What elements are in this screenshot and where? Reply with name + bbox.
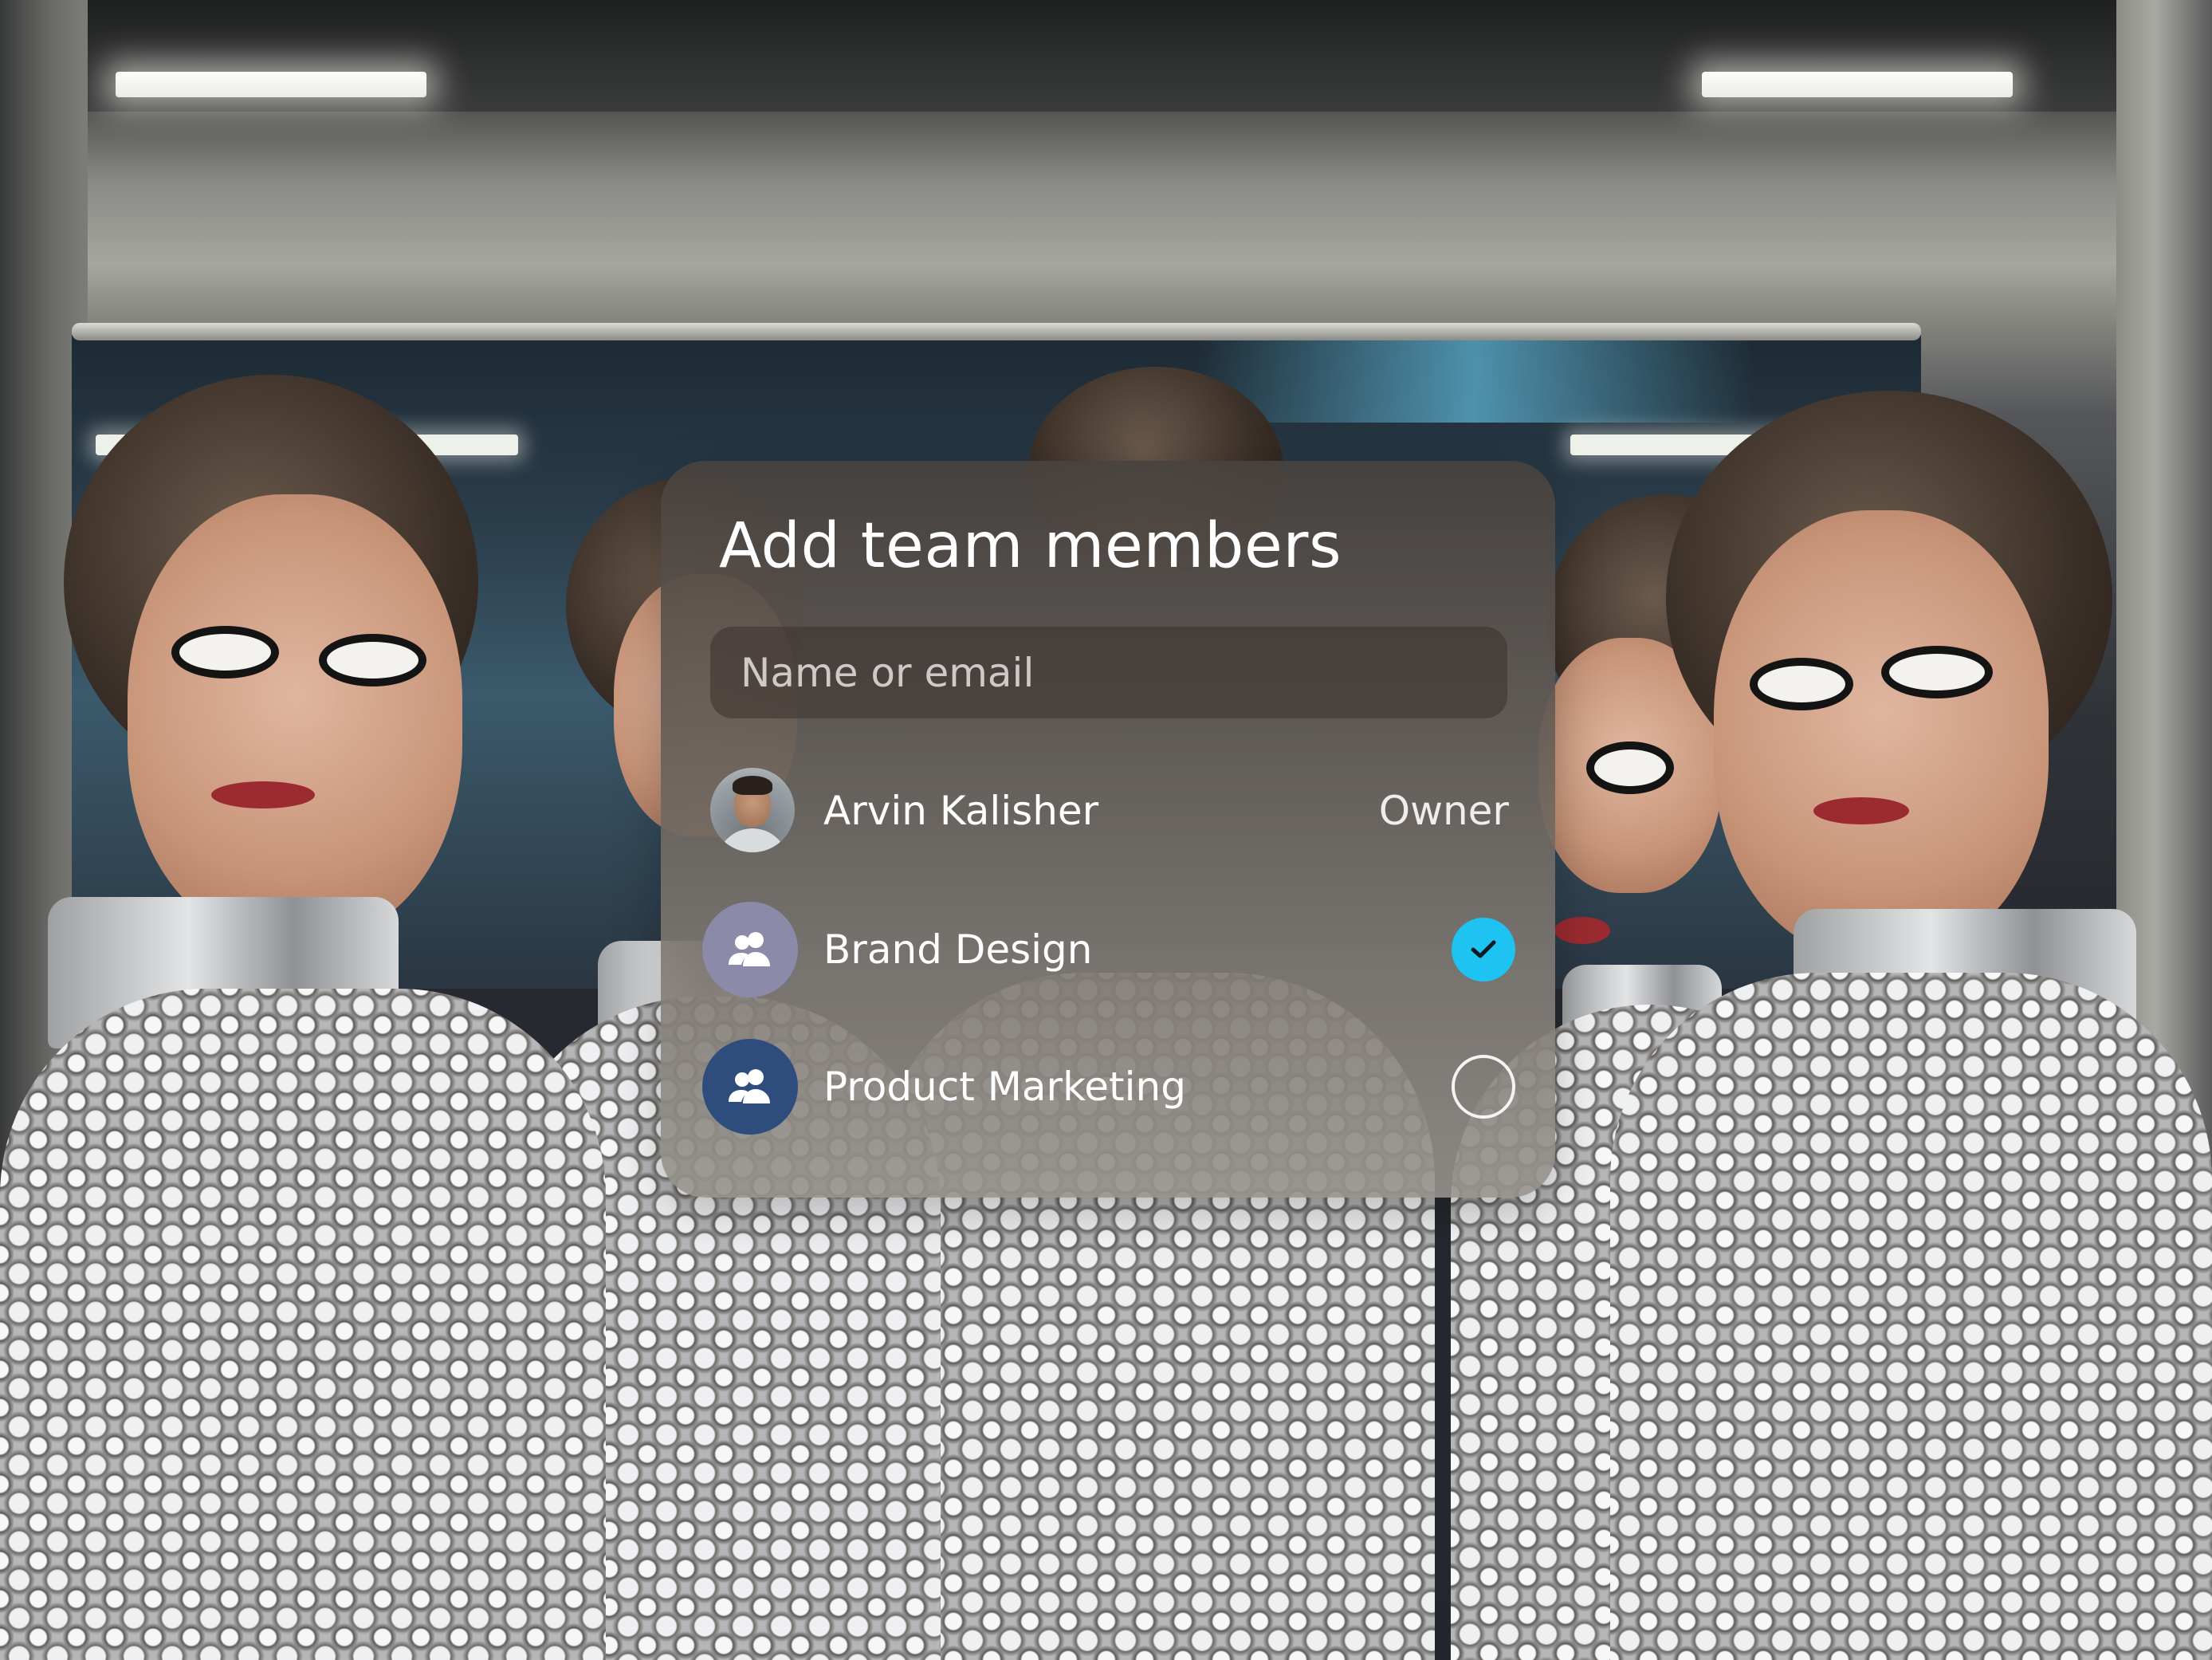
member-name: Brand Design: [823, 926, 1093, 973]
member-name: Product Marketing: [823, 1064, 1186, 1110]
search-field[interactable]: [710, 627, 1507, 718]
group-icon: [702, 1039, 798, 1135]
member-row-owner[interactable]: Arvin Kalisher Owner: [702, 768, 1515, 863]
figure-front-right: [1610, 391, 2212, 1660]
add-team-members-dialog: Add team members Arvin Kalisher Owner Br…: [661, 461, 1555, 1198]
avatar: [710, 768, 795, 852]
group-icon: [702, 902, 798, 997]
people-icon: [729, 1069, 770, 1103]
member-name: Arvin Kalisher: [823, 788, 1099, 834]
dialog-title: Add team members: [719, 510, 1342, 582]
ceiling-light: [116, 72, 426, 97]
search-input[interactable]: [710, 627, 1507, 718]
member-row-product-marketing[interactable]: Product Marketing: [702, 1039, 1515, 1135]
ceiling-light: [1702, 72, 2013, 97]
member-role: Owner: [1378, 788, 1509, 834]
people-icon: [729, 932, 770, 966]
selected-checkbox[interactable]: [1452, 918, 1515, 981]
elevator-handrail: [72, 323, 1921, 340]
member-row-brand-design[interactable]: Brand Design: [702, 902, 1515, 997]
figure-front-left: [0, 375, 606, 1660]
checkmark-icon: [1471, 940, 1496, 958]
unselected-checkbox[interactable]: [1452, 1055, 1515, 1119]
